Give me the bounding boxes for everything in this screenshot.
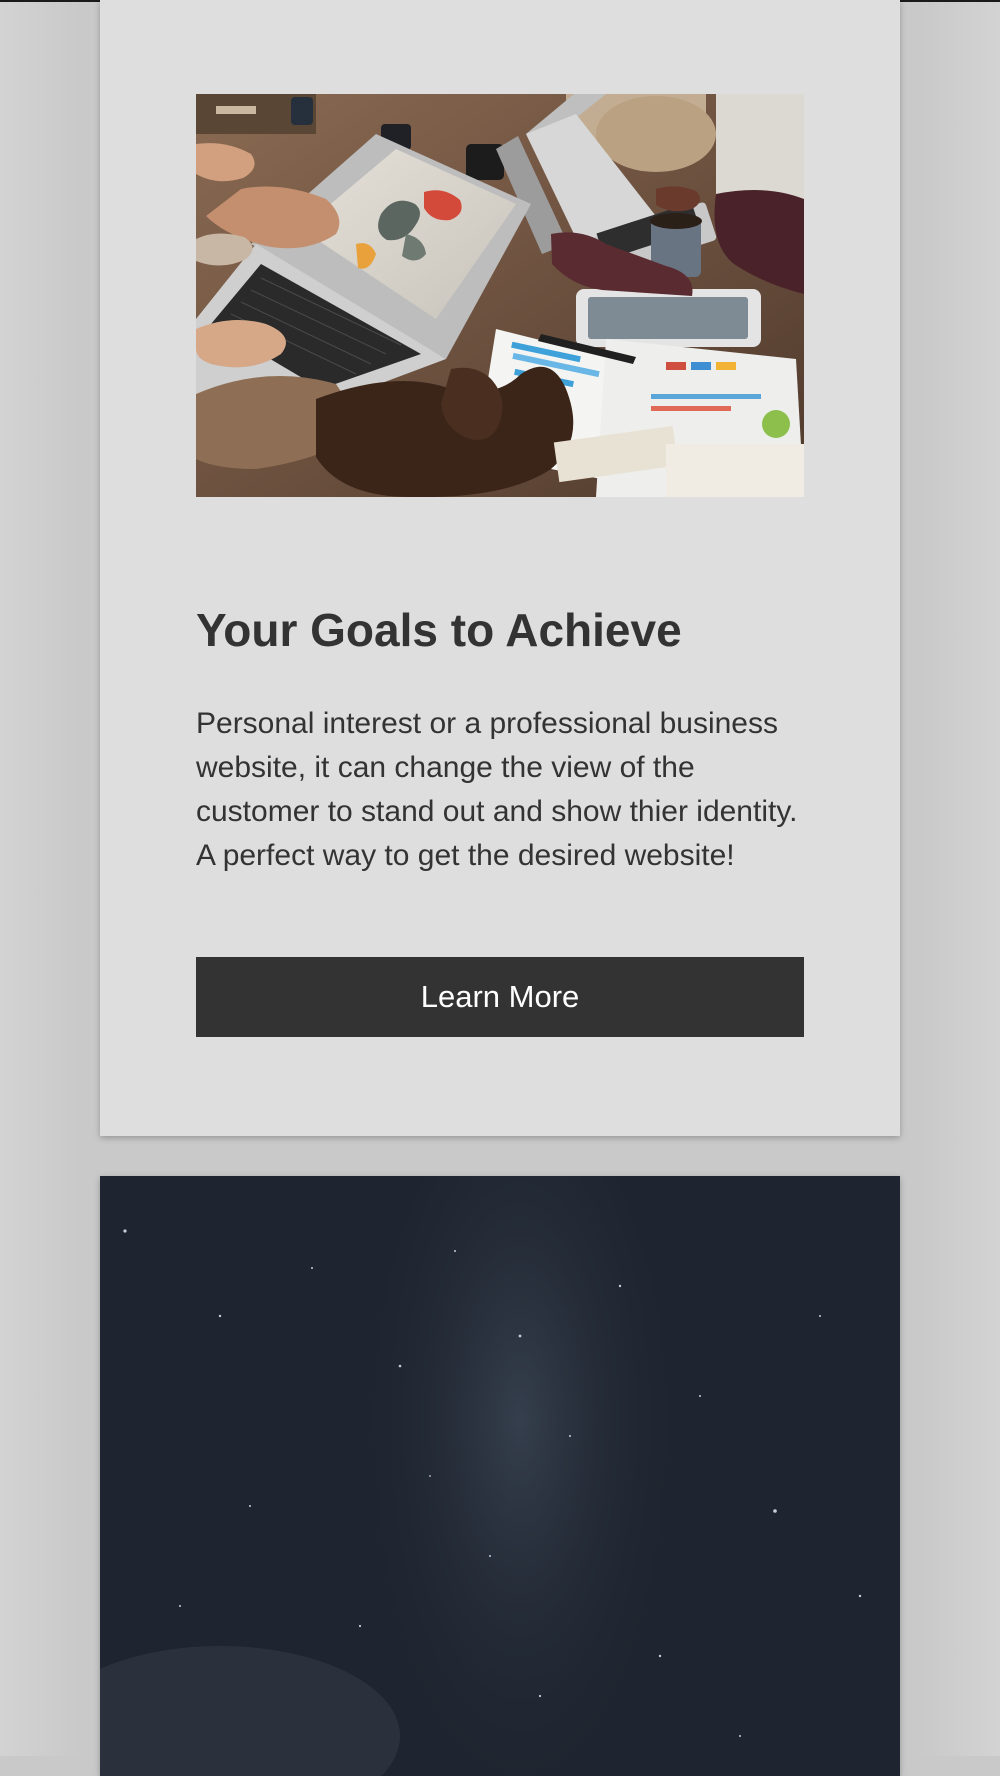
card-description: Personal interest or a professional busi… <box>196 707 798 872</box>
feature-card: Your Goals to Achieve Personal interest … <box>100 0 900 1136</box>
night-sky-card <box>100 1176 900 1776</box>
night-sky-photo <box>100 1176 900 1776</box>
card-title: Your Goals to Achieve <box>196 604 682 656</box>
learn-more-button[interactable]: Learn More <box>196 957 804 1037</box>
meeting-photo <box>196 94 804 497</box>
